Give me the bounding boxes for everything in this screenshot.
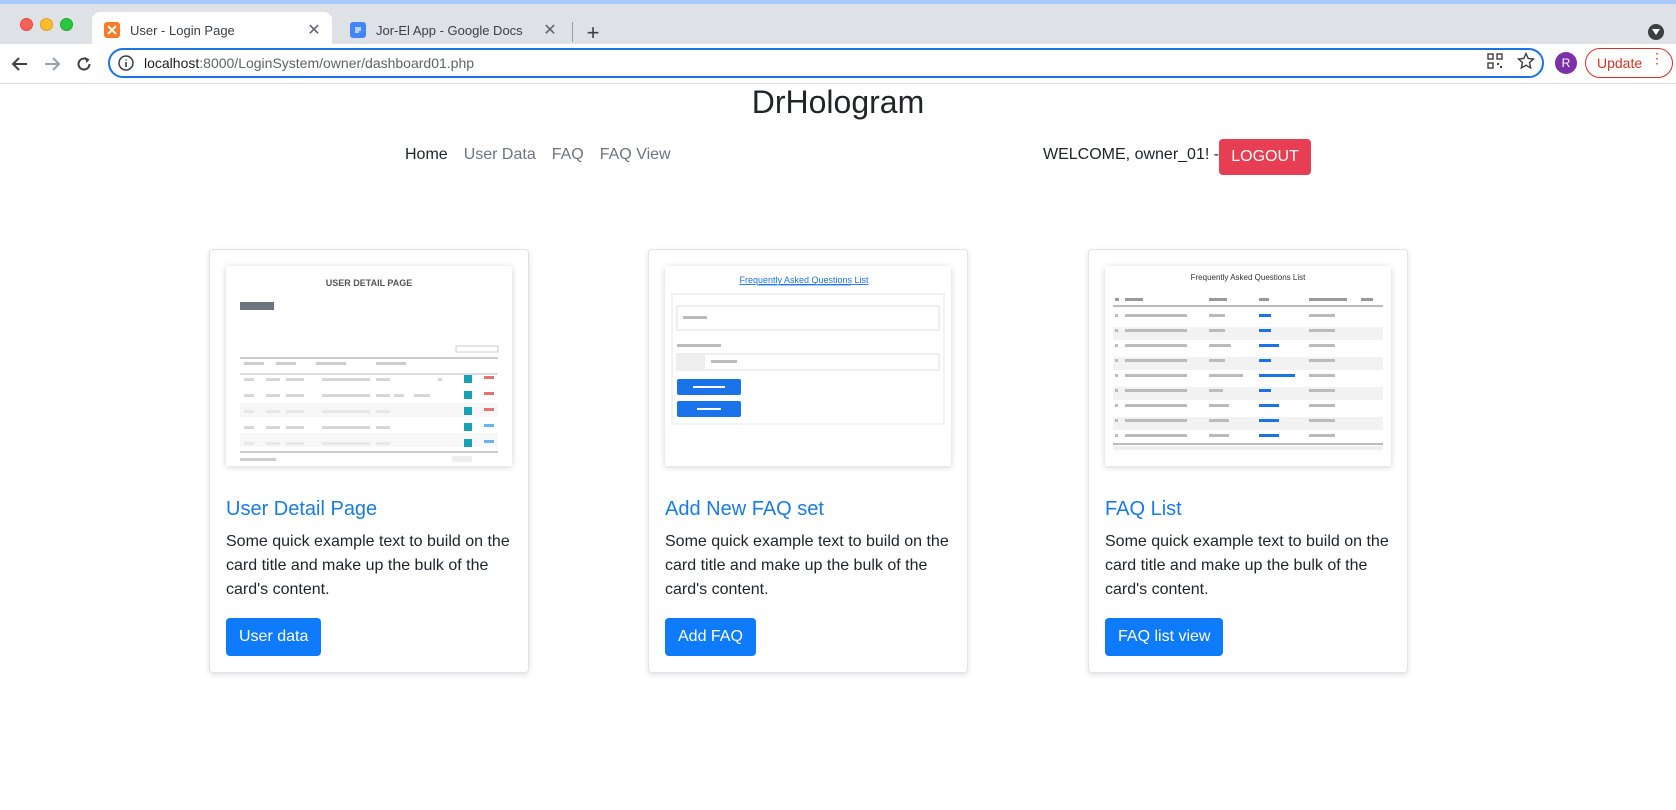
svg-text:USER DETAIL PAGE: USER DETAIL PAGE bbox=[326, 278, 413, 288]
update-label: Update bbox=[1597, 55, 1643, 71]
close-window-button[interactable] bbox=[20, 18, 33, 31]
card-title[interactable]: Add New FAQ set bbox=[665, 498, 824, 521]
card-user-detail: USER DETAIL PAGE User Detail Page Some q… bbox=[209, 249, 529, 673]
logout-button[interactable]: LOGOUT bbox=[1219, 139, 1311, 175]
svg-text:Frequently Asked Questions Lis: Frequently Asked Questions List bbox=[1191, 273, 1307, 282]
tab-search-icon[interactable] bbox=[1648, 24, 1664, 40]
reload-icon[interactable] bbox=[72, 52, 96, 76]
card-text: Some quick example text to build on the … bbox=[1105, 533, 1389, 598]
new-tab-button[interactable]: + bbox=[580, 20, 606, 46]
nav-user-data[interactable]: User Data bbox=[464, 146, 536, 164]
nav-faq-view[interactable]: FAQ View bbox=[600, 146, 671, 164]
main-nav: Home User Data FAQ FAQ View bbox=[405, 146, 671, 164]
browser-tab-strip: User - Login Page ✕ Jor-El App - Google … bbox=[0, 0, 1676, 48]
maximize-window-button[interactable] bbox=[60, 18, 73, 31]
card-faq-list: Frequently Asked Questions List FAQ List… bbox=[1088, 249, 1408, 673]
site-brand[interactable]: DrHologram bbox=[0, 84, 1676, 121]
bookmark-star-icon[interactable] bbox=[1515, 50, 1537, 72]
tab-title: User - Login Page bbox=[130, 22, 235, 38]
tab-title: Jor-El App - Google Docs bbox=[376, 22, 523, 38]
card-image-faq-list: Frequently Asked Questions List bbox=[1105, 266, 1391, 466]
card-add-faq: Frequently Asked Questions List Add New … bbox=[648, 249, 968, 673]
card-text: Some quick example text to build on the … bbox=[665, 533, 949, 598]
faq-list-view-button[interactable]: FAQ list view bbox=[1105, 618, 1224, 656]
faq-thumbnail-rows bbox=[1113, 314, 1383, 437]
browser-tab-active[interactable]: User - Login Page ✕ bbox=[92, 12, 332, 48]
update-button[interactable]: Update ⋮ bbox=[1585, 48, 1673, 78]
minimize-window-button[interactable] bbox=[40, 18, 53, 31]
user-data-button[interactable]: User data bbox=[226, 618, 322, 656]
nav-home[interactable]: Home bbox=[405, 146, 448, 164]
profile-avatar[interactable]: R bbox=[1555, 52, 1577, 74]
card-image-user-detail: USER DETAIL PAGE bbox=[226, 266, 512, 466]
url-text: localhost:8000/LoginSystem/owner/dashboa… bbox=[144, 55, 475, 71]
xampp-icon bbox=[104, 22, 120, 38]
close-tab-icon[interactable]: ✕ bbox=[304, 20, 324, 40]
close-tab-icon[interactable]: ✕ bbox=[540, 20, 560, 40]
more-vert-icon: ⋮ bbox=[1650, 50, 1664, 66]
google-docs-icon bbox=[350, 22, 366, 38]
back-arrow-icon[interactable] bbox=[8, 52, 32, 76]
tab-separator bbox=[572, 22, 573, 42]
qr-code-icon[interactable] bbox=[1484, 50, 1506, 72]
card-text: Some quick example text to build on the … bbox=[226, 533, 510, 598]
forward-arrow-icon[interactable] bbox=[40, 52, 64, 76]
nav-faq[interactable]: FAQ bbox=[552, 146, 584, 164]
browser-tab[interactable]: Jor-El App - Google Docs ✕ bbox=[338, 12, 568, 48]
card-title[interactable]: FAQ List bbox=[1105, 498, 1182, 521]
address-bar[interactable]: localhost:8000/LoginSystem/owner/dashboa… bbox=[108, 48, 1544, 78]
svg-text:Frequently Asked Questions Lis: Frequently Asked Questions List bbox=[739, 275, 869, 285]
add-faq-button[interactable]: Add FAQ bbox=[665, 618, 756, 656]
site-info-icon[interactable] bbox=[118, 55, 134, 71]
browser-toolbar: localhost:8000/LoginSystem/owner/dashboa… bbox=[0, 44, 1676, 84]
welcome-message: WELCOME, owner_01! - bbox=[1043, 146, 1220, 163]
card-title[interactable]: User Detail Page bbox=[226, 498, 377, 521]
card-image-add-faq: Frequently Asked Questions List bbox=[665, 266, 951, 466]
